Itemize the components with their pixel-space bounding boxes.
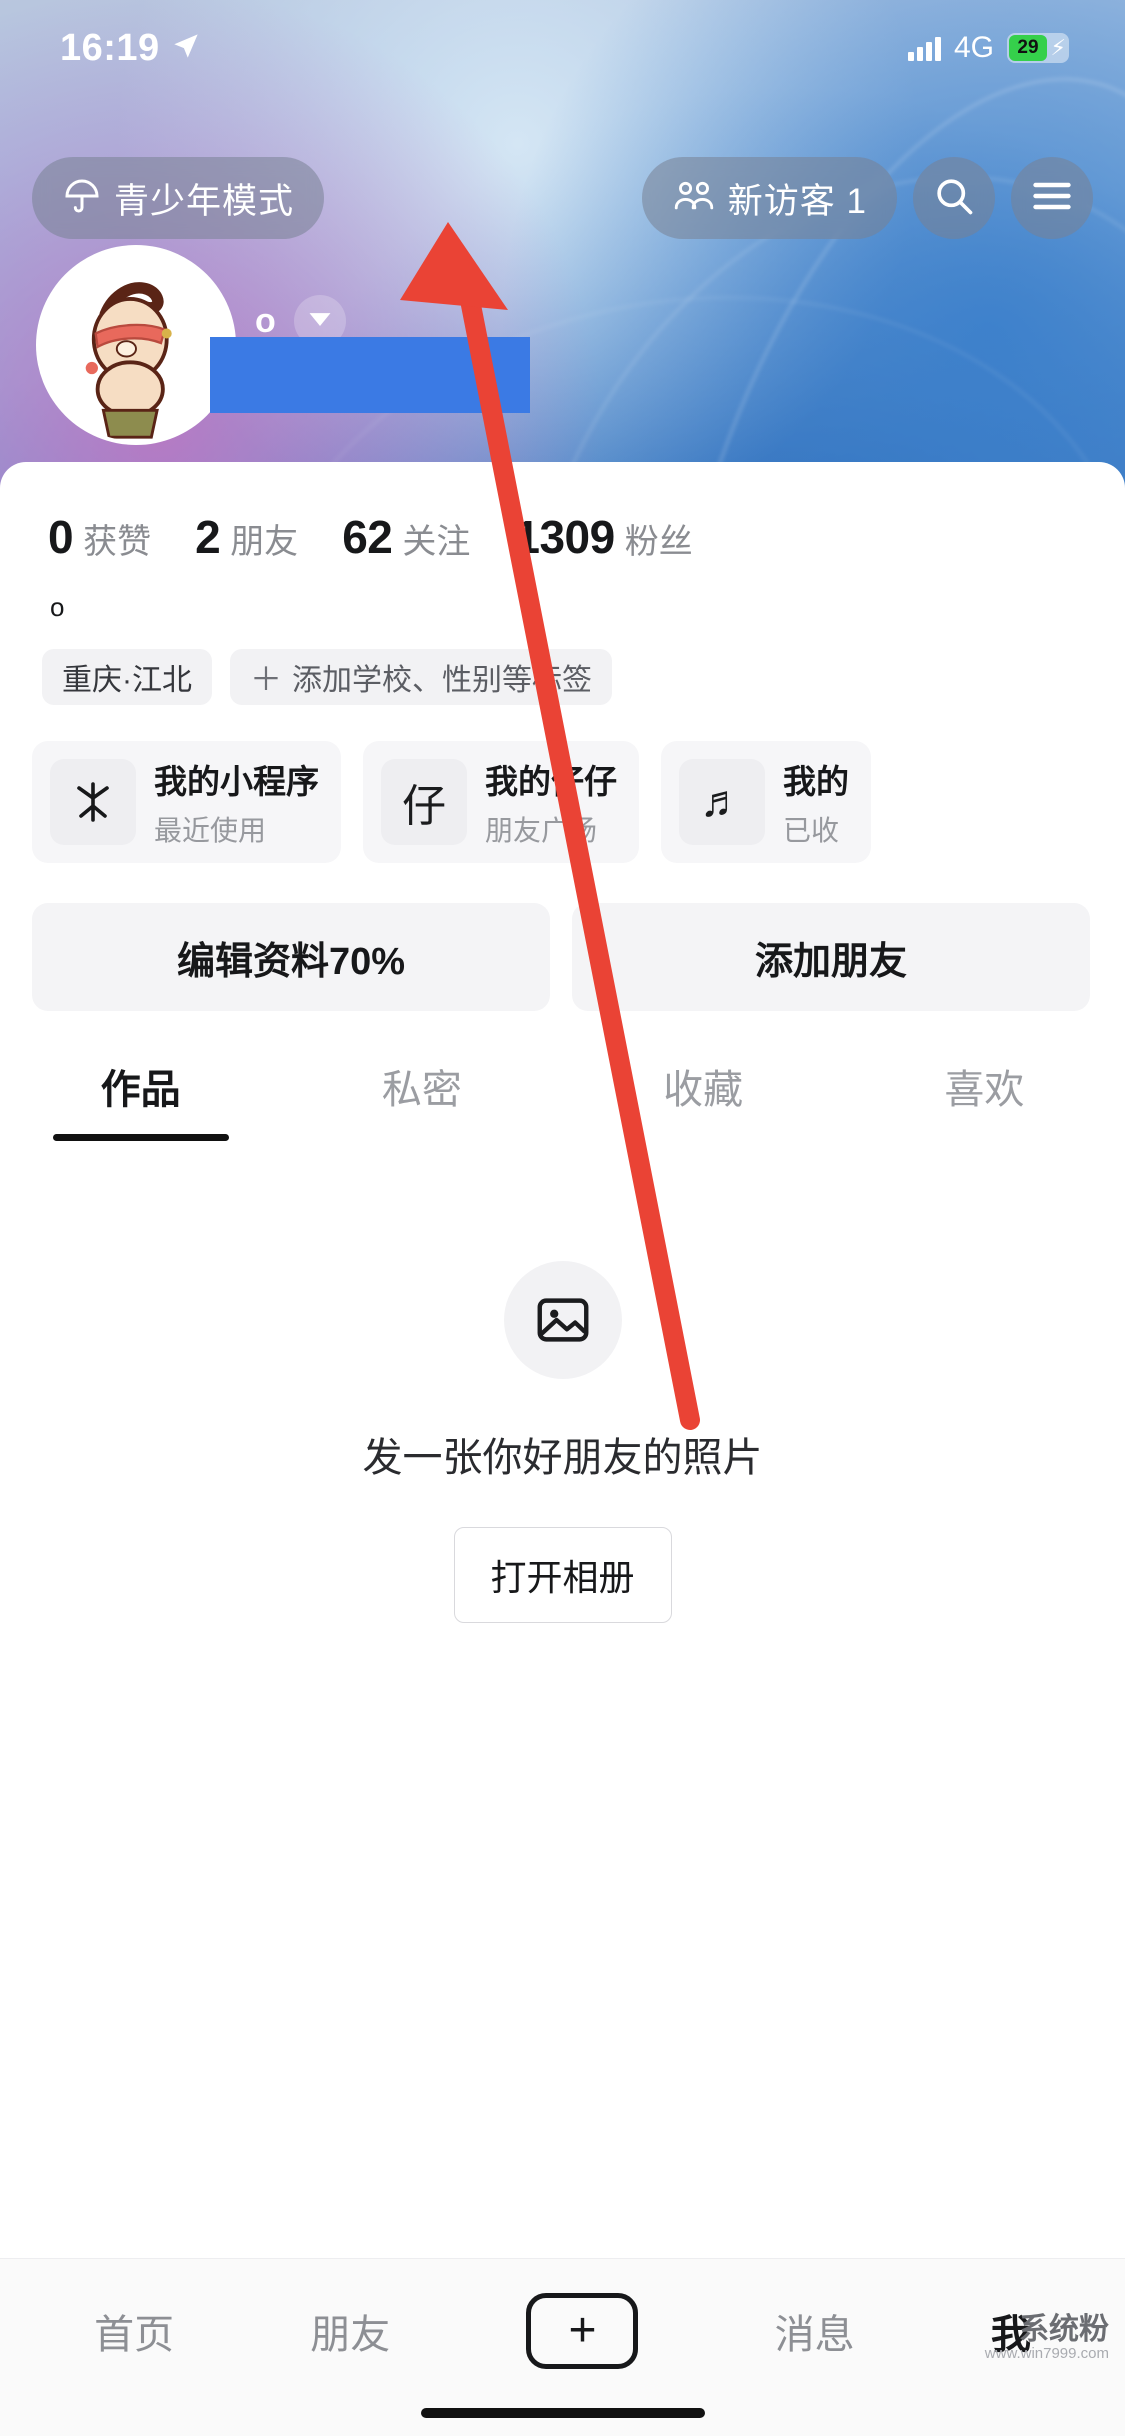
stat-value: 1309 bbox=[514, 511, 615, 563]
zaizai-icon: 仔 bbox=[381, 759, 467, 845]
profile-actions-row: 编辑资料70% 添加朋友 bbox=[0, 863, 1125, 1011]
card-text: 我的 已收 bbox=[783, 755, 849, 849]
image-placeholder-icon bbox=[503, 1261, 622, 1379]
stat-likes[interactable]: 0 获赞 bbox=[48, 510, 151, 564]
charging-bolt-icon: ⚡ bbox=[1050, 35, 1066, 60]
stat-label: 关注 bbox=[402, 523, 471, 561]
people-icon bbox=[672, 177, 716, 220]
stat-value: 62 bbox=[342, 511, 393, 563]
nav-home[interactable]: 首页 bbox=[94, 2302, 174, 2360]
nav-friends[interactable]: 朋友 bbox=[310, 2302, 390, 2360]
search-icon bbox=[932, 174, 976, 223]
card-my-zaizai[interactable]: 仔 我的仔仔 朋友广场 bbox=[363, 741, 639, 863]
tab-private[interactable]: 私密 bbox=[281, 1057, 562, 1141]
status-bar-right: 4G 29 ⚡ bbox=[907, 31, 1069, 65]
teen-mode-label: 青少年模式 bbox=[114, 181, 295, 221]
profile-stats-row: 0 获赞 2 朋友 62 关注 1309 粉丝 bbox=[0, 462, 1125, 564]
battery-icon: 29 ⚡ bbox=[1007, 33, 1069, 63]
profile-header-bar: 青少年模式 新访客 1 bbox=[0, 150, 1125, 246]
stat-label: 粉丝 bbox=[624, 523, 693, 561]
battery-percent-label: 29 bbox=[1009, 35, 1047, 61]
chevron-down-icon bbox=[306, 309, 334, 334]
card-text: 我的仔仔 朋友广场 bbox=[485, 755, 617, 849]
new-visitors-button[interactable]: 新访客 1 bbox=[641, 157, 897, 239]
empty-state: 发一张你好朋友的照片 打开相册 bbox=[0, 1141, 1125, 1623]
music-note-icon: ♬ bbox=[679, 759, 765, 845]
stat-label: 朋友 bbox=[230, 523, 299, 561]
card-subtitle: 已收 bbox=[783, 815, 840, 846]
card-title: 我的 bbox=[783, 763, 849, 800]
profile-bio[interactable]: o bbox=[0, 564, 1125, 623]
plus-icon: ＋ bbox=[250, 661, 283, 697]
douyin-logo-icon bbox=[50, 759, 136, 845]
teen-mode-button[interactable]: 青少年模式 bbox=[32, 157, 325, 239]
watermark: 系统粉 www.win7999.com bbox=[985, 2313, 1109, 2363]
network-type-label: 4G bbox=[953, 31, 994, 64]
profile-name-label: o bbox=[255, 301, 276, 340]
watermark-line1: 系统粉 bbox=[1019, 2312, 1109, 2346]
open-album-button[interactable]: 打开相册 bbox=[453, 1527, 672, 1623]
status-bar: 16:19 4G 29 ⚡ bbox=[0, 0, 1125, 96]
stat-followers[interactable]: 1309 粉丝 bbox=[514, 510, 692, 564]
status-clock: 16:19 bbox=[60, 26, 160, 69]
home-indicator bbox=[420, 2408, 705, 2418]
tab-works[interactable]: 作品 bbox=[0, 1057, 281, 1141]
profile-tags-row: 重庆·江北 ＋ 添加学校、性别等标签 bbox=[0, 623, 1125, 705]
umbrella-icon bbox=[62, 176, 102, 221]
card-subtitle: 最近使用 bbox=[154, 815, 267, 846]
hamburger-menu-icon bbox=[1030, 178, 1074, 219]
tab-likes[interactable]: 喜欢 bbox=[844, 1057, 1125, 1141]
stat-value: 2 bbox=[195, 511, 221, 563]
card-subtitle: 朋友广场 bbox=[485, 815, 598, 846]
card-title: 我的小程序 bbox=[154, 763, 319, 800]
add-friend-button[interactable]: 添加朋友 bbox=[572, 903, 1090, 1011]
card-text: 我的小程序 最近使用 bbox=[154, 755, 319, 849]
stat-label: 获赞 bbox=[83, 523, 152, 561]
card-my-music[interactable]: ♬ 我的 已收 bbox=[661, 741, 871, 863]
redacted-username-bar bbox=[210, 337, 530, 413]
create-post-button[interactable]: + bbox=[526, 2292, 639, 2369]
tag-add-info-label: 添加学校、性别等标签 bbox=[292, 664, 593, 697]
menu-button[interactable] bbox=[1011, 157, 1093, 239]
nav-messages[interactable]: 消息 bbox=[775, 2302, 855, 2360]
tag-location-label: 重庆·江北 bbox=[62, 664, 192, 697]
tag-location[interactable]: 重庆·江北 bbox=[42, 649, 212, 705]
tag-add-info[interactable]: ＋ 添加学校、性别等标签 bbox=[230, 649, 613, 705]
avatar[interactable] bbox=[36, 245, 236, 445]
signal-strength-icon bbox=[907, 35, 941, 61]
stat-following[interactable]: 62 关注 bbox=[342, 510, 470, 564]
stat-value: 0 bbox=[48, 511, 74, 563]
stat-friends[interactable]: 2 朋友 bbox=[195, 510, 298, 564]
watermark-line2: www.win7999.com bbox=[984, 2344, 1109, 2362]
edit-profile-button[interactable]: 编辑资料70% bbox=[32, 903, 550, 1011]
card-my-miniprograms[interactable]: 我的小程序 最近使用 bbox=[32, 741, 341, 863]
search-button[interactable] bbox=[913, 157, 995, 239]
empty-state-text: 发一张你好朋友的照片 bbox=[362, 1436, 763, 1480]
new-visitors-label: 新访客 1 bbox=[727, 181, 867, 221]
location-arrow-icon bbox=[172, 32, 200, 65]
profile-content-sheet: 0 获赞 2 朋友 62 关注 1309 粉丝 o 重庆·江北 ＋ 添加学校、性… bbox=[0, 462, 1125, 2436]
card-title: 我的仔仔 bbox=[485, 763, 617, 800]
tab-collections[interactable]: 收藏 bbox=[563, 1057, 844, 1141]
content-tabs: 作品 私密 收藏 喜欢 bbox=[0, 1011, 1125, 1141]
status-bar-left: 16:19 bbox=[60, 27, 200, 70]
mini-app-cards-row: 我的小程序 最近使用 仔 我的仔仔 朋友广场 ♬ 我的 已收 bbox=[0, 705, 1125, 863]
